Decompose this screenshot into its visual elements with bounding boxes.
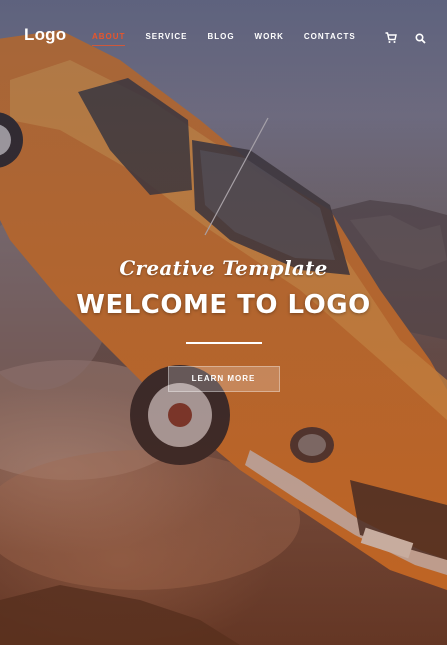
top-navigation: Logo About Service Blog Work Contacts (0, 0, 447, 72)
learn-more-button[interactable]: LEARN MORE (167, 366, 280, 392)
title-divider (185, 342, 262, 344)
logo[interactable]: Logo (24, 25, 66, 45)
nav-item-work[interactable]: Work (255, 32, 284, 41)
hero-title: WELCOME TO LOGO (76, 290, 371, 320)
hero-section: Logo About Service Blog Work Contacts Cr… (0, 0, 447, 645)
hero-content: Creative Template WELCOME TO LOGO LEARN … (0, 256, 447, 392)
nav-item-about[interactable]: About (92, 32, 126, 46)
cart-icon[interactable] (385, 29, 399, 43)
hero-subtitle: Creative Template (119, 256, 328, 280)
nav-item-blog[interactable]: Blog (207, 32, 234, 41)
nav-item-service[interactable]: Service (145, 32, 187, 41)
search-icon[interactable] (415, 29, 429, 44)
main-menu: About Service Blog Work Contacts (92, 32, 376, 46)
nav-item-contacts[interactable]: Contacts (304, 32, 356, 41)
